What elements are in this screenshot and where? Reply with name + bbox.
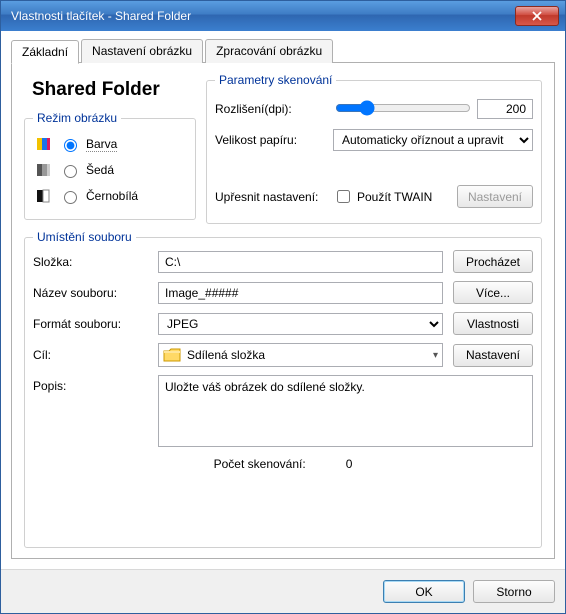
dest-select[interactable]: Sdílená složka ▾ [158,343,443,367]
tab-basic[interactable]: Základní [11,40,79,64]
close-icon [532,11,542,21]
file-location-grid: Složka: Procházet Název souboru: Více...… [33,250,533,447]
format-select[interactable]: JPEG [158,313,443,335]
mode-color-label[interactable]: Barva [86,137,117,152]
mode-bw-label[interactable]: Černobílá [86,189,138,203]
scan-count-value: 0 [346,457,353,471]
mode-color-radio[interactable] [64,139,77,152]
dialog-window: Vlastnosti tlačítek - Shared Folder Zákl… [0,0,566,614]
tabpanel-basic: Shared Folder Režim obrázku Barva [11,62,555,559]
folder-label: Složka: [33,255,148,269]
page-title: Shared Folder [24,73,196,107]
twain-settings-button: Nastavení [457,185,533,208]
paper-size-label: Velikost papíru: [215,133,325,147]
mode-row-gray[interactable]: Šedá [33,157,187,183]
filename-input[interactable] [158,282,443,304]
resolution-input[interactable] [477,99,533,119]
window-title: Vlastnosti tlačítek - Shared Folder [7,9,515,23]
format-label: Formát souboru: [33,317,148,331]
scan-count-label: Počet skenování: [214,457,306,471]
group-file-location-legend: Umístění souboru [33,230,136,244]
row-advanced: Upřesnit nastavení: Použít TWAIN Nastave… [215,180,533,213]
group-scan-params-legend: Parametry skenování [215,73,336,87]
scan-count-row: Počet skenování: 0 [33,447,533,475]
browse-button[interactable]: Procházet [453,250,533,273]
desc-textarea[interactable] [158,375,533,447]
properties-button[interactable]: Vlastnosti [453,312,533,335]
twain-label[interactable]: Použít TWAIN [357,190,432,204]
color-mode-icon [35,135,53,153]
bw-mode-icon [35,187,53,205]
dialog-footer: OK Storno [1,569,565,613]
right-column: Parametry skenování Rozlišení(dpi): Veli… [206,73,542,224]
dest-value: Sdílená složka [187,348,265,362]
mode-row-color[interactable]: Barva [33,131,187,157]
filename-label: Název souboru: [33,286,148,300]
tab-strip: Základní Nastavení obrázku Zpracování ob… [11,39,555,63]
twain-checkbox[interactable] [337,190,350,203]
mode-row-bw[interactable]: Černobílá [33,183,187,209]
tab-image-processing[interactable]: Zpracování obrázku [205,39,333,63]
mode-gray-radio[interactable] [64,165,77,178]
mode-gray-label[interactable]: Šedá [86,163,114,177]
resolution-slider-wrap [333,98,469,119]
row-resolution: Rozlišení(dpi): [215,93,533,124]
client-area: Základní Nastavení obrázku Zpracování ob… [1,31,565,569]
close-button[interactable] [515,6,559,26]
paper-size-select[interactable]: Automaticky oříznout a upravit [333,129,533,151]
left-column: Shared Folder Režim obrázku Barva [24,73,196,224]
folder-input[interactable] [158,251,443,273]
mode-bw-radio[interactable] [64,191,77,204]
cancel-button[interactable]: Storno [473,580,555,603]
group-image-mode-legend: Režim obrázku [33,111,121,125]
ok-button[interactable]: OK [383,580,465,603]
tab-image-settings[interactable]: Nastavení obrázku [81,39,203,63]
dest-label: Cíl: [33,348,148,362]
row-paper-size: Velikost papíru: Automaticky oříznout a … [215,124,533,156]
top-row: Shared Folder Režim obrázku Barva [24,73,542,224]
dest-settings-button[interactable]: Nastavení [453,344,533,367]
shared-folder-icon [163,348,181,362]
advanced-label: Upřesnit nastavení: [215,190,325,204]
resolution-slider[interactable] [335,100,471,116]
gray-mode-icon [35,161,53,179]
chevron-down-icon: ▾ [433,350,438,361]
group-file-location: Umístění souboru Složka: Procházet Název… [24,230,542,548]
titlebar: Vlastnosti tlačítek - Shared Folder [1,1,565,31]
desc-label: Popis: [33,375,148,393]
more-button[interactable]: Více... [453,281,533,304]
group-image-mode: Režim obrázku Barva [24,111,196,220]
group-scan-params: Parametry skenování Rozlišení(dpi): Veli… [206,73,542,224]
twain-checkbox-wrap: Použít TWAIN [333,187,432,206]
resolution-label: Rozlišení(dpi): [215,102,325,116]
